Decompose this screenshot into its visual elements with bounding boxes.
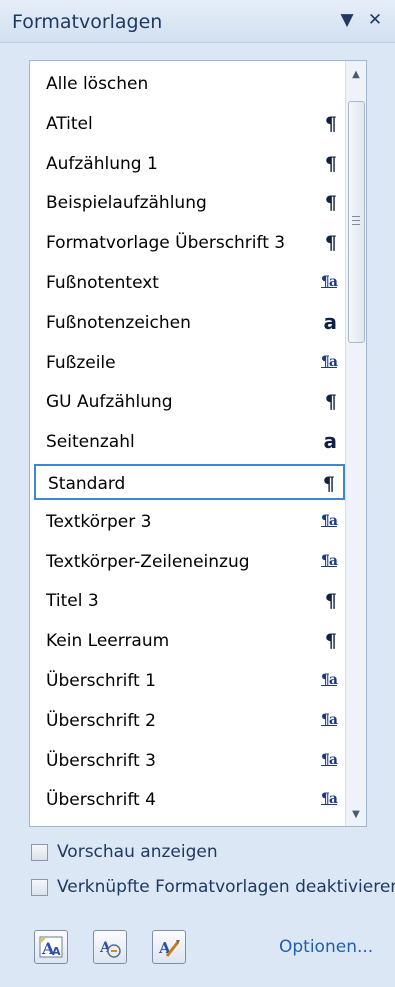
style-item[interactable]: GU Aufzählung ¶ xyxy=(34,384,345,420)
style-item[interactable]: Beispielaufzählung ¶ xyxy=(34,185,345,221)
style-item-label: Aufzählung 1 xyxy=(46,154,158,174)
styles-list[interactable]: Alle löschen ATitel ¶ Aufzählung 1 ¶ Beispiel… xyxy=(29,60,367,827)
style-item[interactable]: Kein Leerraum ¶ xyxy=(34,623,345,659)
style-item[interactable]: Überschrift 1 ¶a xyxy=(34,663,345,699)
style-item[interactable]: Fußnotentext ¶a xyxy=(34,265,345,301)
style-item-label: Titel 3 xyxy=(46,591,99,611)
manage-styles-icon: A xyxy=(158,939,180,957)
preview-checkbox[interactable] xyxy=(31,844,48,861)
options-link[interactable]: Optionen... xyxy=(279,937,373,957)
style-item-label: Fußnotentext xyxy=(46,273,159,293)
style-item-label: Seitenzahl xyxy=(46,432,135,452)
linked-style-icon: ¶a xyxy=(321,752,338,768)
style-item-label: Textkörper 3 xyxy=(46,512,152,532)
disable-linked-styles-checkbox[interactable] xyxy=(31,879,48,896)
disable-linked-styles-label: Verknüpfte Formatvorlagen deaktivieren xyxy=(57,877,395,897)
close-icon[interactable]: ✕ xyxy=(364,8,386,32)
paragraph-style-icon: ¶ xyxy=(324,590,337,612)
paragraph-style-icon: ¶ xyxy=(324,153,337,175)
preview-label: Vorschau anzeigen xyxy=(57,842,218,862)
styles-pane: Formatvorlagen ▼ ✕ Alle löschen ATitel ¶ Au… xyxy=(0,0,395,987)
style-item[interactable]: Überschrift 2 ¶a xyxy=(34,703,345,739)
style-item-label: Überschrift 2 xyxy=(46,711,156,731)
linked-style-icon: ¶a xyxy=(321,791,338,807)
vertical-scrollbar[interactable]: ▲ ▼ xyxy=(345,61,366,826)
style-item-label: Überschrift 3 xyxy=(46,751,156,771)
scroll-down-arrow-icon[interactable]: ▼ xyxy=(346,805,366,823)
style-item-label: GU Aufzählung xyxy=(46,392,173,412)
style-item[interactable]: Textkörper-Zeileneinzug ¶a xyxy=(34,544,345,580)
pane-title: Formatvorlagen xyxy=(12,11,163,33)
style-item-label: Überschrift 4 xyxy=(46,790,156,810)
linked-style-icon: ¶a xyxy=(321,553,338,569)
style-item-label: Überschrift 1 xyxy=(46,671,156,691)
style-item-selected[interactable]: Standard ¶ xyxy=(34,464,345,500)
style-item-label: Beispielaufzählung xyxy=(46,193,207,213)
pane-titlebar: Formatvorlagen ▼ ✕ xyxy=(0,0,395,43)
paragraph-style-icon: ¶ xyxy=(322,473,335,495)
style-item[interactable]: Formatvorlage Überschrift 3 ¶ xyxy=(34,225,345,261)
style-item-label: Formatvorlage Überschrift 3 xyxy=(46,233,286,253)
style-item-label: Textkörper-Zeileneinzug xyxy=(46,552,250,572)
style-item[interactable]: ATitel ¶ xyxy=(34,106,345,142)
scrollbar-thumb[interactable] xyxy=(348,101,365,343)
preview-option[interactable]: Vorschau anzeigen xyxy=(31,840,395,866)
style-item[interactable]: Seitenzahl a xyxy=(34,424,345,460)
style-item-label: Standard xyxy=(48,474,126,494)
scroll-up-arrow-icon[interactable]: ▲ xyxy=(346,65,366,83)
style-item[interactable]: Überschrift 4 ¶a xyxy=(34,782,345,818)
paragraph-style-icon: ¶ xyxy=(324,113,337,135)
linked-style-icon: ¶a xyxy=(321,274,338,290)
manage-styles-button[interactable]: A xyxy=(152,930,186,964)
style-inspector-icon: A xyxy=(99,940,121,958)
paragraph-style-icon: ¶ xyxy=(324,192,337,214)
style-item[interactable]: Alle löschen xyxy=(34,66,345,102)
style-inspector-button[interactable]: A xyxy=(93,930,127,964)
new-style-icon: A A xyxy=(39,936,63,958)
chevron-down-icon[interactable]: ▼ xyxy=(336,8,358,32)
style-item-label: Alle löschen xyxy=(46,74,149,94)
linked-style-icon: ¶a xyxy=(321,712,338,728)
svg-text:A: A xyxy=(52,945,61,958)
linked-style-icon: ¶a xyxy=(321,672,338,688)
character-style-icon: a xyxy=(323,429,338,453)
style-item[interactable]: Fußzeile ¶a xyxy=(34,345,345,381)
style-item[interactable]: Überschrift 3 ¶a xyxy=(34,743,345,779)
style-item[interactable]: Titel 3 ¶ xyxy=(34,583,345,619)
paragraph-style-icon: ¶ xyxy=(324,391,337,413)
paragraph-style-icon: ¶ xyxy=(324,232,337,254)
style-item-label: ATitel xyxy=(46,114,93,134)
linked-style-icon: ¶a xyxy=(321,513,338,529)
style-item-label: Kein Leerraum xyxy=(46,631,170,651)
style-item-label: Fußzeile xyxy=(46,353,116,373)
style-item[interactable]: Textkörper 3 ¶a xyxy=(34,504,345,540)
style-item[interactable]: Fußnotenzeichen a xyxy=(34,305,345,341)
style-item-label: Fußnotenzeichen xyxy=(46,313,191,333)
paragraph-style-icon: ¶ xyxy=(324,630,337,652)
disable-linked-styles-option[interactable]: Verknüpfte Formatvorlagen deaktivieren xyxy=(31,875,395,901)
new-style-button[interactable]: A A xyxy=(34,930,68,964)
linked-style-icon: ¶a xyxy=(321,354,338,370)
character-style-icon: a xyxy=(323,310,338,334)
style-item[interactable]: Aufzählung 1 ¶ xyxy=(34,146,345,182)
